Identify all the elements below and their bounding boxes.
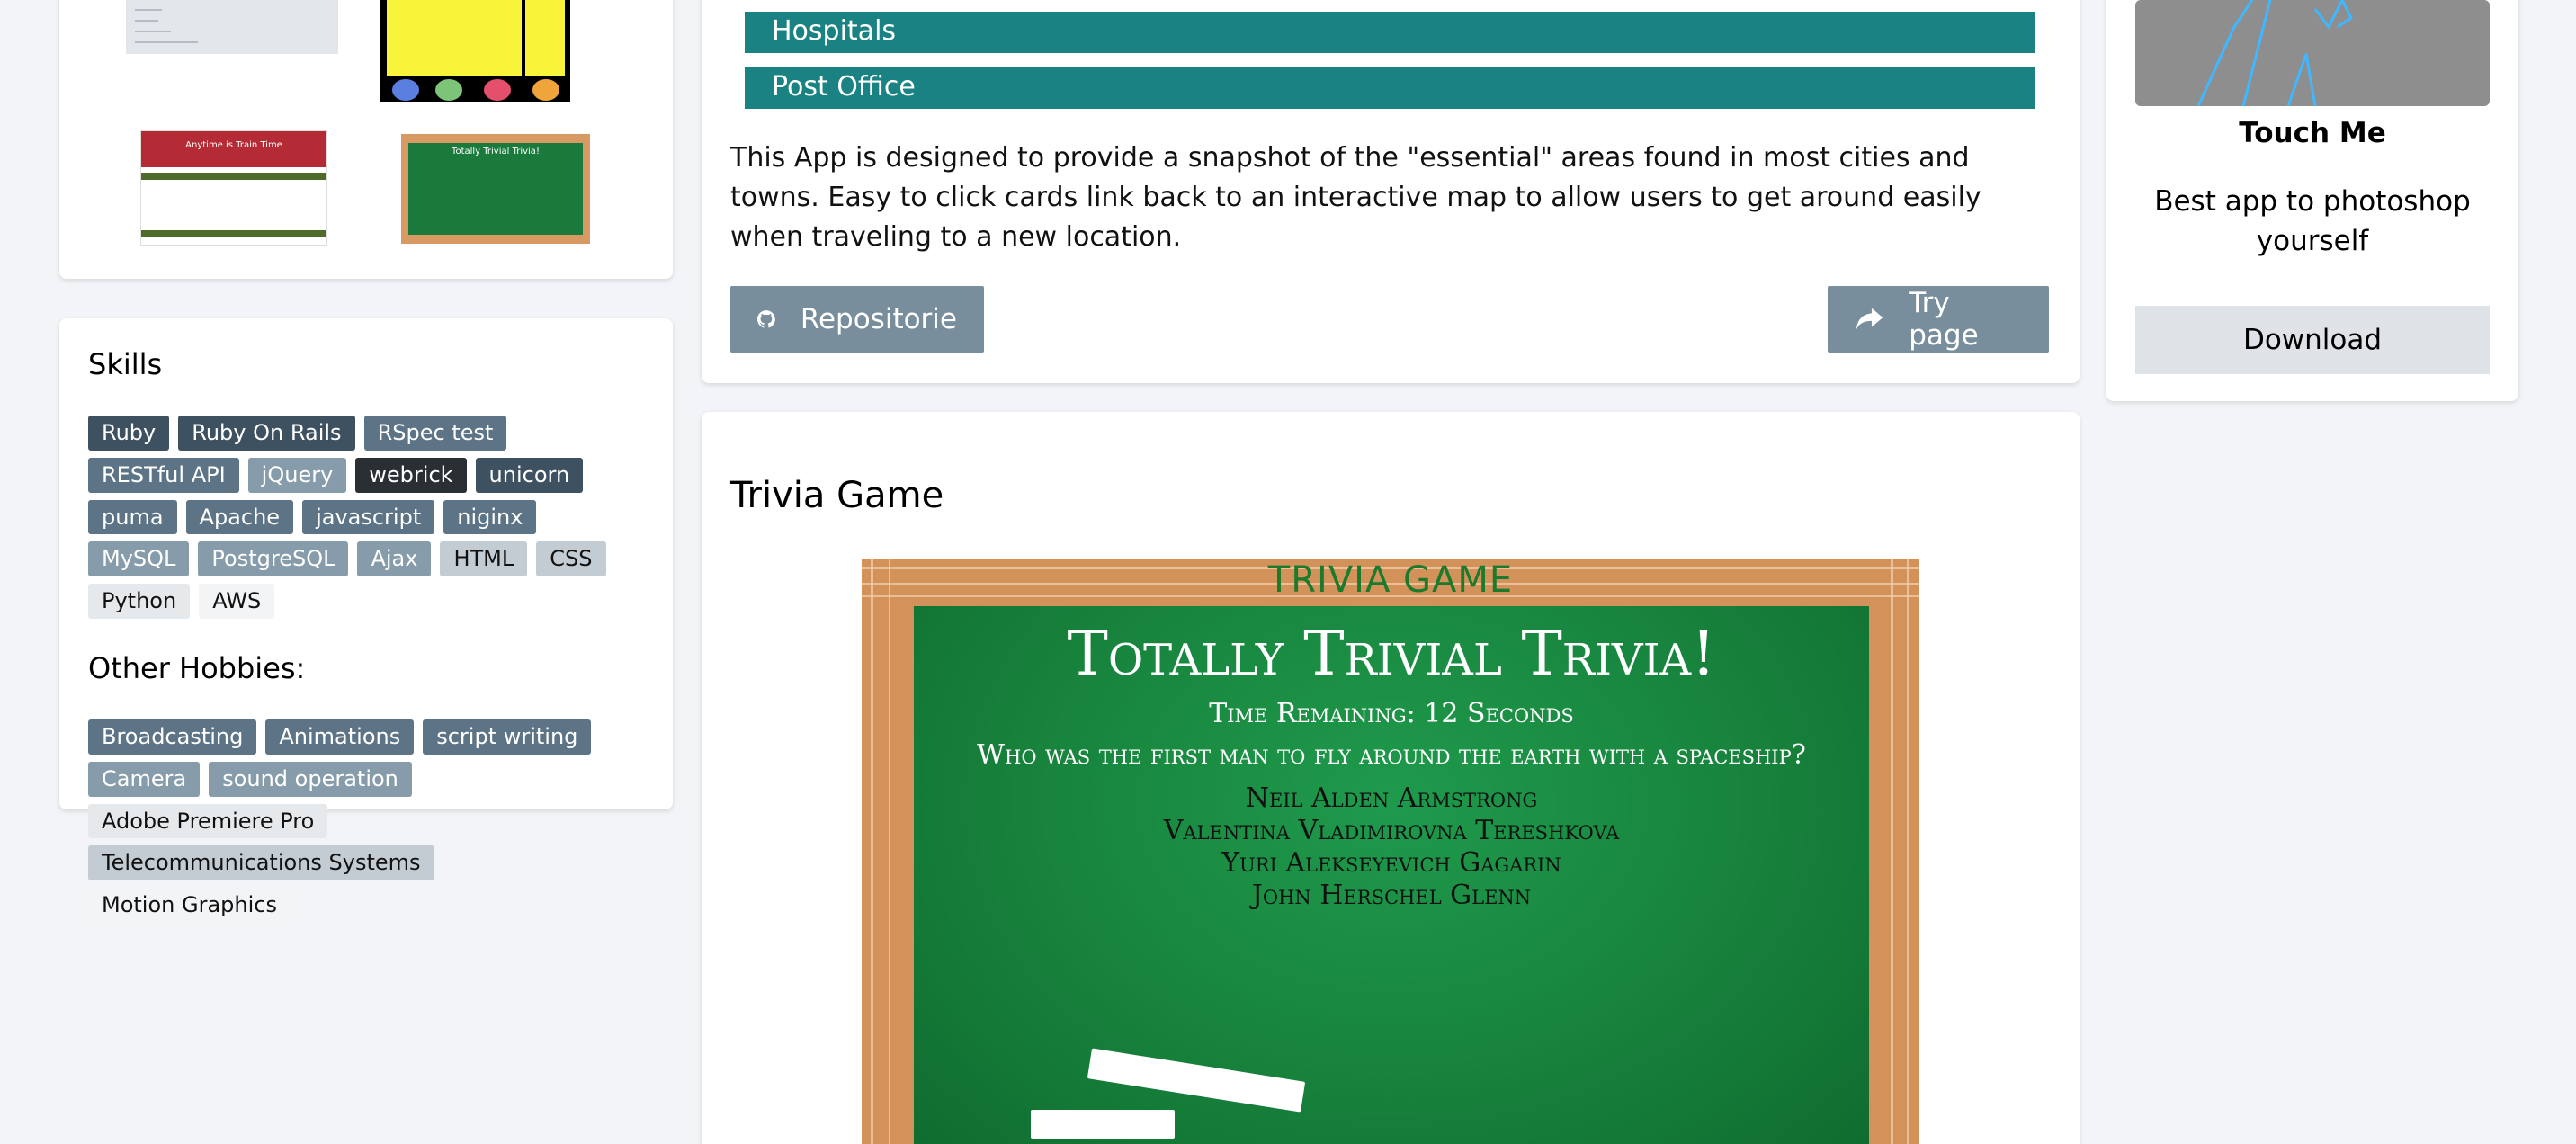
touch-me-preview-image[interactable] — [2135, 0, 2490, 106]
app-description: This App is designed to provide a snapsh… — [730, 142, 1981, 253]
touch-me-card: Touch Me Best app to photoshop yourself … — [2106, 0, 2518, 401]
skill-tag: Ajax — [357, 541, 432, 577]
skill-tag: MySQL — [88, 541, 190, 577]
skill-tag: Ruby On Rails — [178, 416, 355, 451]
hobby-tag: sound operation — [209, 761, 412, 797]
trivia-screenshot-timer: Time Remaining: 12 Seconds — [1209, 698, 1574, 729]
try-page-label: Try page — [1909, 287, 1979, 352]
skill-tag: javascript — [302, 499, 435, 535]
skill-tag: HTML — [440, 541, 528, 577]
category-bar-post-office[interactable]: Post Office — [745, 67, 2035, 109]
trivia-game-title: Trivia Game — [730, 475, 944, 516]
trivia-screenshot-answer: Neil Alden Armstrong — [1245, 782, 1538, 814]
touch-me-title: Touch Me — [2239, 117, 2386, 149]
project-thumbnail-game[interactable] — [380, 0, 570, 102]
skill-tag: webrick — [355, 457, 467, 493]
hobby-tag: Camera — [88, 761, 201, 797]
trivia-screenshot-answer: Yuri Alekseyevich Gagarin — [1221, 847, 1561, 879]
hobby-tag: Broadcasting — [88, 719, 257, 755]
repository-label: Repositorie — [800, 303, 957, 335]
skill-tag: puma — [88, 499, 177, 535]
skill-tag: PostgreSQL — [198, 541, 349, 577]
hobbies-tag-list: Broadcasting Animations script writing C… — [88, 719, 644, 923]
repository-button[interactable]: Repositorie — [730, 286, 984, 353]
trivia-screenshot-question: Who was the first man to fly around the … — [977, 739, 1806, 771]
project-thumbnail-trivia[interactable]: Totally Trivial Trivia! — [401, 134, 590, 244]
try-page-button[interactable]: Try page — [1828, 286, 2049, 353]
skill-tag: Apache — [185, 499, 294, 535]
trivia-game-screenshot[interactable]: TRIVIA GAME Totally Trivial Trivia! Time… — [862, 559, 1919, 1144]
thumbnail-banner: Anytime is Train Time — [141, 131, 326, 167]
hobby-tag: Animations — [265, 719, 415, 755]
hobby-tag: Telecommunications Systems — [88, 845, 434, 881]
skill-tag: jQuery — [247, 457, 347, 493]
category-bar-hospitals[interactable]: Hospitals — [745, 12, 2035, 53]
project-thumbnail-train[interactable]: Anytime is Train Time — [140, 130, 327, 246]
trivia-screenshot-answer: John Herschel Glenn — [1251, 880, 1532, 911]
hobby-tag: Adobe Premiere Pro — [88, 803, 328, 839]
skill-tag: Python — [88, 584, 191, 619]
trivia-screenshot-title: Totally Trivial Trivia! — [1067, 619, 1716, 690]
project-thumbnails-card: Anytime is Train Time Totally Trivial Tr… — [59, 0, 673, 279]
share-arrow-icon — [1856, 308, 1883, 330]
skills-card: Skills Ruby Ruby On Rails RSpec test RES… — [59, 318, 673, 923]
thumbnail-caption: Totally Trivial Trivia! — [408, 143, 583, 235]
hobby-tag: script writing — [423, 719, 592, 755]
chalk-stick — [1087, 1048, 1306, 1113]
hobbies-heading: Other Hobbies: — [88, 650, 306, 685]
trivia-screenshot-header: TRIVIA GAME — [1267, 559, 1514, 601]
skill-tag: RSpec test — [363, 416, 507, 451]
trivia-screenshot-answer: Valentina Vladimirovna Tereshkova — [1163, 815, 1620, 846]
essentials-app-card: Hospitals Post Office This App is design… — [702, 0, 2080, 383]
touch-me-description: Best app to photoshop yourself — [2154, 185, 2471, 257]
skill-tag: AWS — [199, 584, 275, 619]
download-button[interactable]: Download — [2135, 306, 2490, 374]
skills-tag-list: Ruby Ruby On Rails RSpec test RESTful AP… — [88, 416, 644, 619]
github-icon — [757, 310, 775, 328]
skill-tag: CSS — [536, 541, 606, 577]
hobby-tag: Motion Graphics — [88, 888, 291, 923]
skill-tag: Ruby — [88, 416, 170, 451]
project-thumbnail-form[interactable] — [126, 0, 338, 54]
skills-heading: Skills — [88, 347, 163, 381]
skill-tag: RESTful API — [88, 457, 239, 493]
chalk-stick — [1031, 1110, 1175, 1139]
skill-tag: unicorn — [475, 457, 584, 493]
trivia-game-card: Trivia Game TRIVIA GAME Totally Trivial … — [702, 412, 2080, 1144]
figure-outline-icon — [2196, 0, 2353, 106]
skill-tag: niginx — [443, 499, 537, 535]
chalkboard: Totally Trivial Trivia! Time Remaining: … — [914, 606, 1869, 1144]
